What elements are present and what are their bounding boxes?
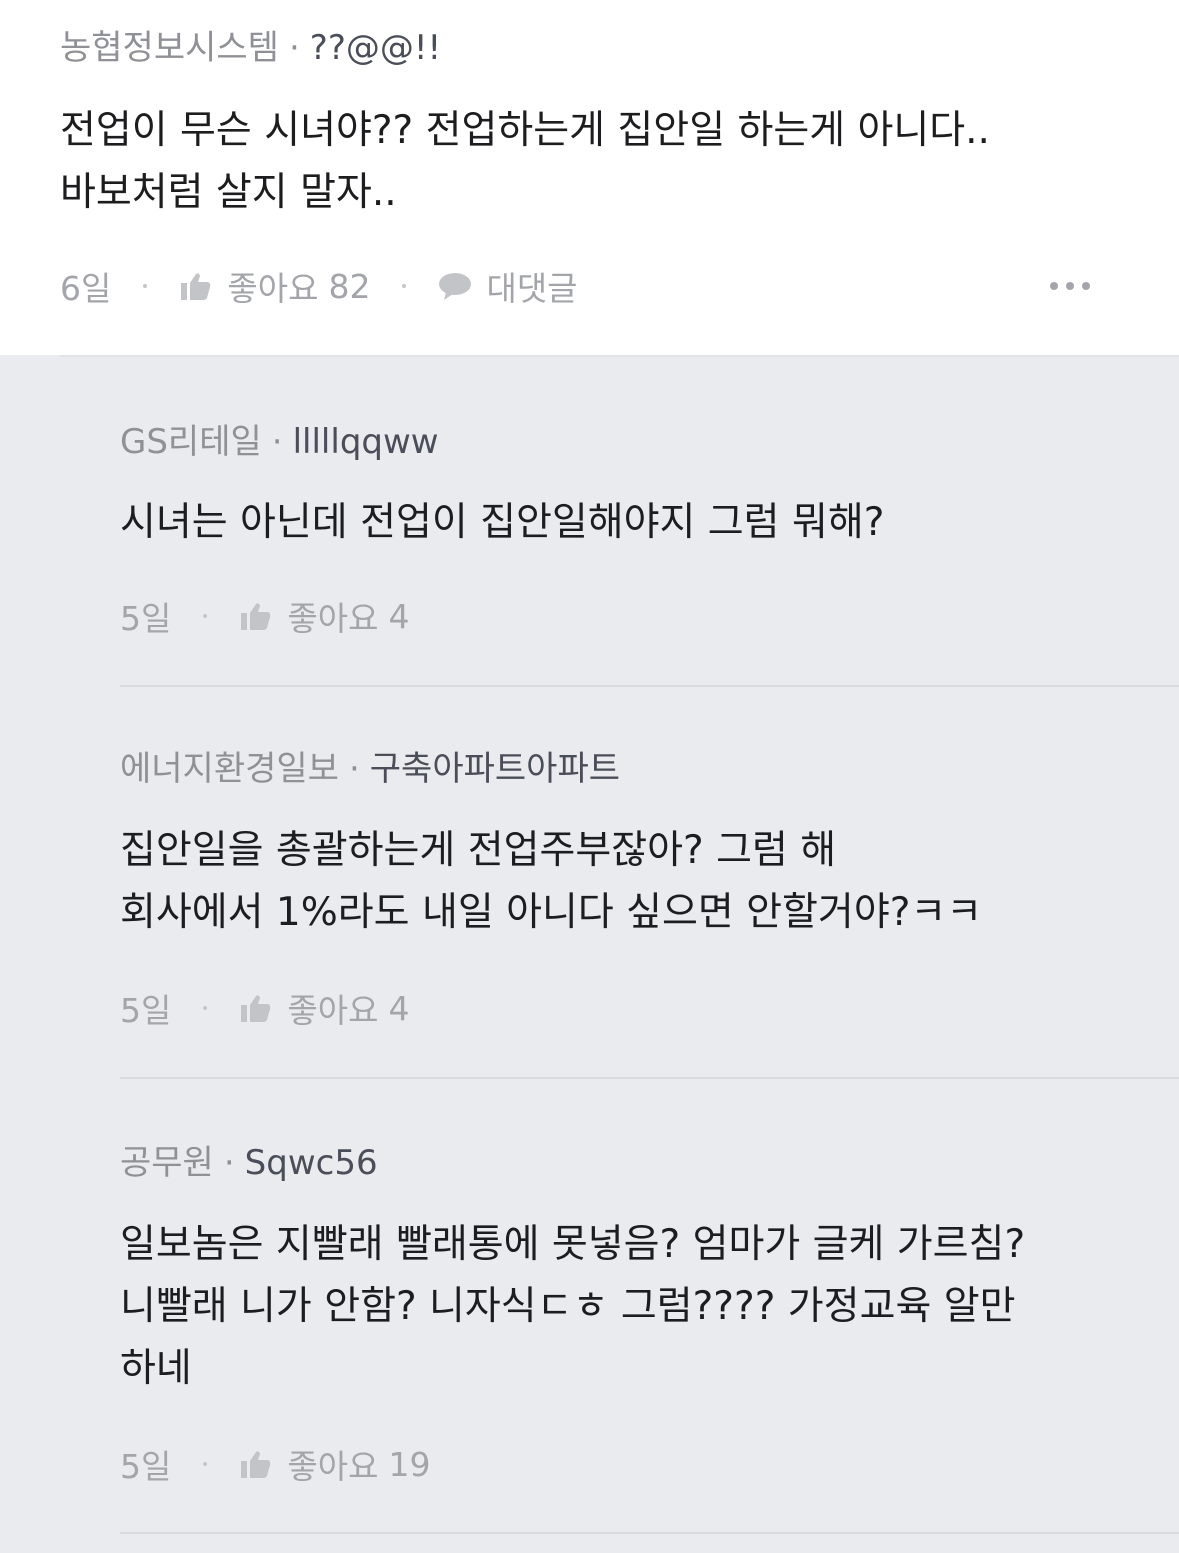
like-button[interactable]: 좋아요 4 <box>239 984 409 1032</box>
separator-dot <box>203 614 208 618</box>
main-comment: 농협정보시스템 · ??@@!! 전업이 무슨 시녀야?? 전업하는게 집안일 하는… <box>0 0 1179 355</box>
like-button[interactable]: 좋아요 82 <box>179 262 370 310</box>
separator-dot: · <box>348 749 360 789</box>
reply-actions: 5일 좋아요 4 <box>120 596 409 639</box>
author-company: 에너지환경일보 <box>120 749 339 789</box>
reply-button[interactable]: 대댓글 <box>438 262 578 310</box>
thumbs-up-icon <box>239 991 273 1025</box>
thumbs-up-icon <box>179 269 213 303</box>
like-label: 좋아요 <box>287 1447 379 1486</box>
thumbs-up-icon <box>239 599 273 633</box>
separator-dot: · <box>271 422 283 462</box>
divider <box>120 1532 1179 1534</box>
like-count: 19 <box>388 1444 431 1484</box>
like-count: 4 <box>388 596 410 636</box>
divider <box>120 685 1179 687</box>
comment-author-line: 농협정보시스템 · ??@@!! <box>60 28 441 68</box>
like-button[interactable]: 좋아요 19 <box>239 1440 430 1488</box>
reply-time: 5일 <box>120 1447 172 1486</box>
separator-dot <box>402 284 407 288</box>
like-button[interactable]: 좋아요 4 <box>239 592 409 640</box>
separator-dot <box>143 284 148 288</box>
reply-text: 시녀는 아닌데 전업이 집안일해야지 그럼 뭐해? <box>120 500 885 545</box>
comment-time: 6일 <box>60 269 112 308</box>
reply-author-line: GS리테일 · lllllqqww <box>120 422 439 462</box>
author-company: GS리테일 <box>120 422 262 462</box>
speech-bubble-icon <box>438 269 472 303</box>
like-count: 82 <box>328 266 371 306</box>
author-company: 농협정보시스템 <box>60 28 279 68</box>
reply-text: 집안일을 총괄하는게 전업주부잖아? 그럼 해 회사에서 1%라도 내일 아니다… <box>120 828 983 935</box>
like-label: 좋아요 <box>227 269 319 308</box>
author-nickname[interactable]: lllllqqww <box>293 422 439 462</box>
author-nickname[interactable]: Sqwc56 <box>245 1143 378 1183</box>
comment-actions: 6일 좋아요 82 대댓글 <box>60 266 1120 309</box>
divider <box>120 1077 1179 1079</box>
like-count: 4 <box>388 988 410 1028</box>
separator-dot <box>203 1006 208 1010</box>
comment-text: 전업이 무슨 시녀야?? 전업하는게 집안일 하는게 아니다.. 바보처럼 살지… <box>60 108 990 215</box>
separator-dot: · <box>288 28 300 68</box>
reply-actions: 5일 좋아요 4 <box>120 988 409 1031</box>
separator-dot <box>203 1462 208 1466</box>
reply-label: 대댓글 <box>486 269 578 308</box>
author-nickname[interactable]: 구축아파트아파트 <box>370 749 620 789</box>
reply-author-line: 공무원 · Sqwc56 <box>120 1143 378 1183</box>
reply-time: 5일 <box>120 991 172 1030</box>
separator-dot: · <box>223 1143 235 1183</box>
like-label: 좋아요 <box>287 991 379 1030</box>
like-label: 좋아요 <box>287 599 379 638</box>
reply-text: 일보놈은 지빨래 빨래통에 못넣음? 엄마가 글케 가르침? 니빨래 니가 안함… <box>120 1222 1026 1391</box>
more-horizontal-icon[interactable] <box>1050 282 1090 290</box>
author-company: 공무원 <box>120 1143 214 1183</box>
author-nickname[interactable]: ??@@!! <box>310 28 441 68</box>
thumbs-up-icon <box>239 1447 273 1481</box>
divider <box>60 355 1179 357</box>
reply-actions: 5일 좋아요 19 <box>120 1444 430 1487</box>
reply-author-line: 에너지환경일보 · 구축아파트아파트 <box>120 749 620 789</box>
reply-time: 5일 <box>120 599 172 638</box>
